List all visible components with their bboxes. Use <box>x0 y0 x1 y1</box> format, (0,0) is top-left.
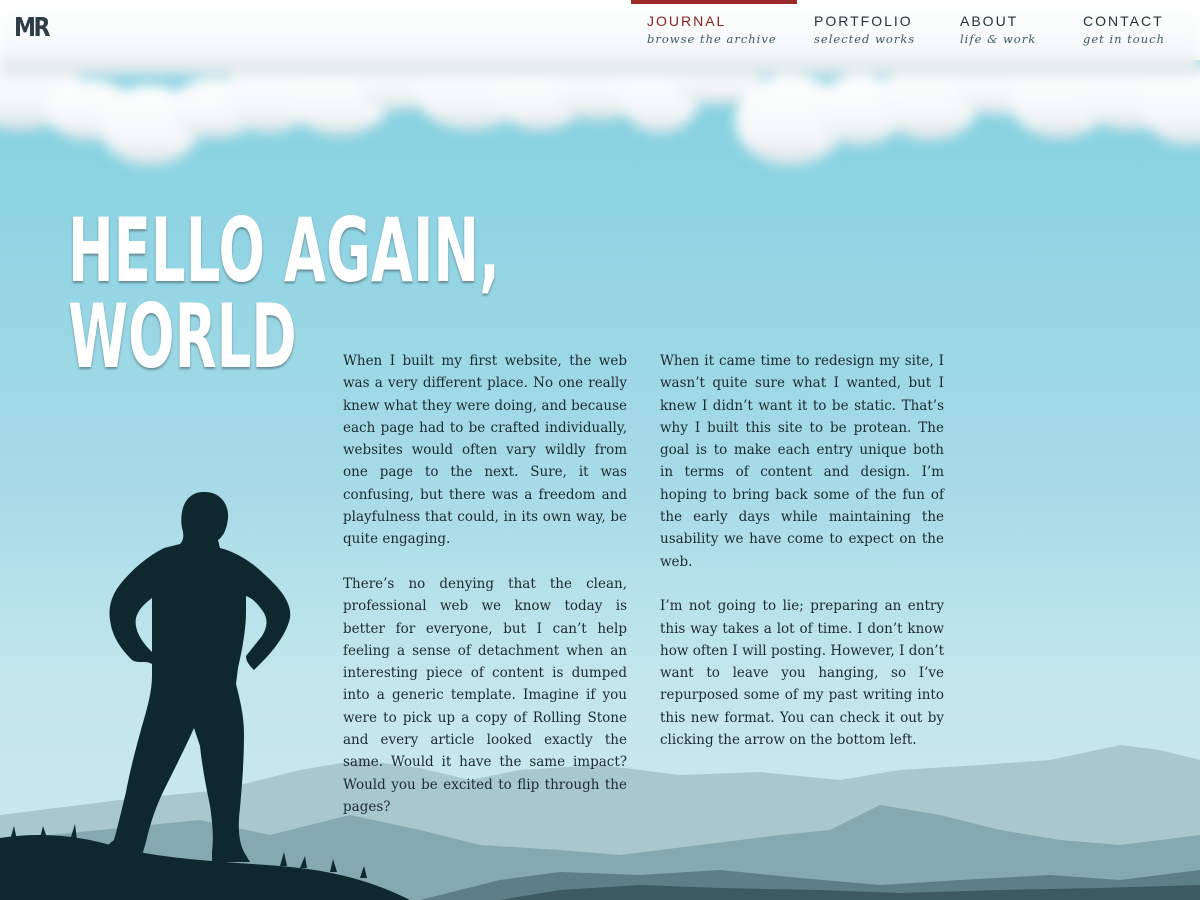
nav-item-journal[interactable]: JOURNAL browse the archive <box>631 0 797 60</box>
article-column-left: When I built my first website, the web w… <box>343 350 627 841</box>
nav-item-contact[interactable]: CONTACT get in touch <box>1067 0 1200 60</box>
article-title-line2: WORLD <box>68 285 297 388</box>
article-paragraph: When I built my first website, the web w… <box>343 353 627 548</box>
nav-label-about: ABOUT <box>960 13 1019 29</box>
article-paragraph: When it came time to redesign my site, I… <box>660 353 944 570</box>
nav-bar-about <box>944 0 1067 4</box>
nav-label-portfolio: PORTFOLIO <box>814 13 913 29</box>
article-paragraph: I’m not going to lie; preparing an entry… <box>660 598 944 749</box>
nav-item-about[interactable]: ABOUT life & work <box>944 0 1067 60</box>
nav-label-journal: JOURNAL <box>647 13 727 29</box>
site-logo[interactable]: MR <box>14 15 50 41</box>
nav-bar-portfolio <box>798 0 943 4</box>
article-paragraph: There’s no denying that the clean, profe… <box>343 575 627 815</box>
nav-bar-contact <box>1067 0 1200 4</box>
nav-item-portfolio[interactable]: PORTFOLIO selected works <box>798 0 943 60</box>
nav-sub-journal: browse the archive <box>647 32 777 46</box>
nav-label-contact: CONTACT <box>1083 13 1164 29</box>
nav-sub-portfolio: selected works <box>814 32 916 46</box>
nav-sub-contact: get in touch <box>1083 32 1165 46</box>
nav-sub-about: life & work <box>960 32 1037 46</box>
active-indicator <box>631 0 797 4</box>
article-column-right: When it came time to redesign my site, I… <box>660 350 944 774</box>
